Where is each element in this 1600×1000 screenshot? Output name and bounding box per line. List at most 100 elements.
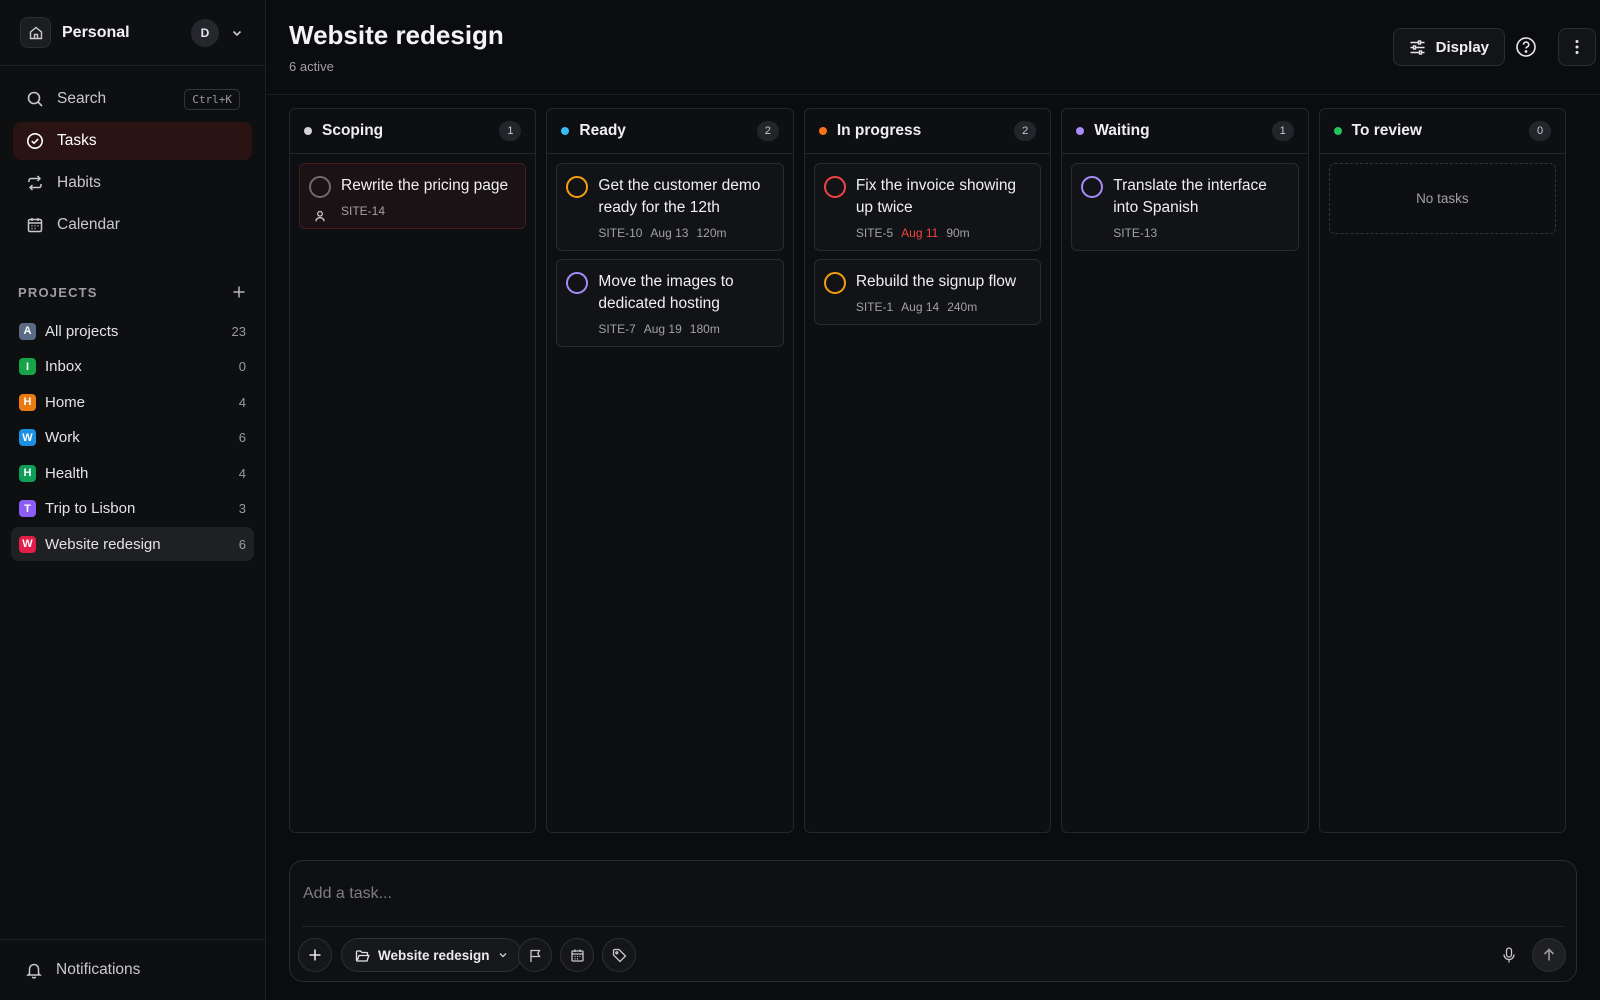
microphone-icon[interactable] <box>1500 946 1518 964</box>
project-count: 3 <box>238 501 246 516</box>
more-options-button[interactable] <box>1558 28 1596 66</box>
help-icon[interactable] <box>1514 35 1538 59</box>
project-item-work[interactable]: W Work 6 <box>11 421 254 455</box>
nav-search[interactable]: Search Ctrl+K <box>13 80 252 118</box>
project-item-health[interactable]: H Health 4 <box>11 456 254 490</box>
composer-divider <box>302 926 1564 927</box>
add-project-icon[interactable] <box>231 284 247 300</box>
project-selector[interactable]: Website redesign <box>341 938 522 972</box>
project-label: Trip to Lisbon <box>45 500 136 517</box>
task-meta: SITE-7 Aug 19 180m <box>598 322 770 336</box>
project-label: Home <box>45 393 86 411</box>
nav-calendar[interactable]: Calendar <box>13 206 252 244</box>
page-title: Website redesign <box>289 20 504 50</box>
chevron-down-icon <box>498 950 508 960</box>
workspace-header[interactable]: Personal D <box>0 0 265 66</box>
calendar-icon <box>570 949 584 962</box>
nav-search-label: Search <box>57 90 107 107</box>
column-header: Scoping 1 <box>290 109 536 154</box>
task-meta: SITE-14 <box>341 204 513 218</box>
home-icon <box>20 17 51 48</box>
repeat-icon <box>25 173 45 193</box>
nav-tasks[interactable]: Tasks <box>13 122 252 160</box>
project-count: 4 <box>238 394 246 410</box>
status-circle-icon[interactable] <box>566 272 589 294</box>
tag-button[interactable] <box>602 938 636 972</box>
notifications-button[interactable]: Notifications <box>0 939 265 1000</box>
display-button[interactable]: Display <box>1392 28 1505 66</box>
column-count: 1 <box>1271 121 1294 141</box>
column-body: Translate the interface into Spanish SIT… <box>1062 154 1307 268</box>
task-composer: Website redesign <box>289 860 1577 982</box>
due-date-button[interactable] <box>560 938 594 972</box>
empty-state: No tasks <box>1328 163 1557 234</box>
plus-icon <box>309 949 321 961</box>
status-circle-icon[interactable] <box>823 176 846 198</box>
person-icon[interactable] <box>313 209 327 223</box>
display-label: Display <box>1435 38 1489 56</box>
add-button[interactable] <box>298 938 332 972</box>
main-nav: Search Ctrl+K Tasks Habits Calendar <box>0 66 265 244</box>
main-area: Website redesign 6 active Display Scopin… <box>267 0 1600 1000</box>
project-label: Health <box>45 464 89 482</box>
project-count: 4 <box>238 465 246 481</box>
page-subtitle: 6 active <box>289 59 334 74</box>
column-waiting: Waiting 1 Translate the interface into S… <box>1061 108 1309 833</box>
task-meta: SITE-10 Aug 13 120m <box>598 226 770 240</box>
task-card[interactable]: Translate the interface into Spanish SIT… <box>1071 163 1299 251</box>
add-task-input[interactable] <box>303 879 1553 909</box>
status-circle-icon[interactable] <box>309 176 331 198</box>
project-item-home[interactable]: H Home 4 <box>11 385 254 419</box>
column-title: To review <box>1351 122 1422 139</box>
workspace-name: Personal <box>62 23 130 41</box>
status-circle-icon[interactable] <box>566 176 589 198</box>
column-body: Get the customer demo ready for the 12th… <box>547 154 792 364</box>
project-item-trip-to-lisbon[interactable]: T Trip to Lisbon 3 <box>11 492 254 526</box>
avatar[interactable]: D <box>191 18 219 47</box>
column-title: Ready <box>579 122 626 139</box>
column-body: Rewrite the pricing page SITE-14 <box>290 154 535 246</box>
project-count: 6 <box>238 536 246 552</box>
column-to-review: To review 0 No tasks <box>1318 108 1567 833</box>
priority-button[interactable] <box>518 938 552 972</box>
project-item-inbox[interactable]: I Inbox 0 <box>11 350 254 384</box>
column-scoping: Scoping 1 Rewrite the pricing page SITE-… <box>289 108 537 833</box>
column-count: 2 <box>756 121 779 141</box>
project-badge: I <box>19 358 36 375</box>
status-circle-icon[interactable] <box>1081 176 1104 198</box>
task-card[interactable]: Get the customer demo ready for the 12th… <box>556 163 784 251</box>
task-id: SITE-1 <box>855 300 894 314</box>
task-card[interactable]: Fix the invoice showing up twice SITE-5 … <box>813 163 1042 251</box>
column-body: Fix the invoice showing up twice SITE-5 … <box>805 154 1050 342</box>
project-list: A All projects 23 I Inbox 0 H Home 4 W W… <box>0 300 265 561</box>
project-label: Work <box>45 429 80 446</box>
status-dot <box>561 127 570 135</box>
column-header: Ready 2 <box>547 109 793 154</box>
task-card[interactable]: Rewrite the pricing page SITE-14 <box>299 163 527 229</box>
send-button[interactable] <box>1532 938 1566 972</box>
task-id: SITE-13 <box>1113 226 1158 240</box>
column-ready: Ready 2 Get the customer demo ready for … <box>546 108 794 833</box>
status-circle-icon[interactable] <box>823 272 846 294</box>
task-card[interactable]: Rebuild the signup flow SITE-1 Aug 14 24… <box>813 259 1042 325</box>
project-count: 23 <box>231 323 246 339</box>
project-badge: H <box>19 393 36 411</box>
project-item-all-projects[interactable]: A All projects 23 <box>11 314 254 348</box>
task-duration: 240m <box>947 300 978 314</box>
tag-icon <box>612 948 626 962</box>
task-meta: SITE-13 <box>1113 226 1285 240</box>
notifications-label: Notifications <box>56 961 141 978</box>
nav-habits[interactable]: Habits <box>13 164 252 202</box>
status-dot <box>1333 127 1342 135</box>
task-title: Rebuild the signup flow <box>855 273 1017 290</box>
task-duration: 90m <box>946 226 970 240</box>
project-item-website-redesign[interactable]: W Website redesign 6 <box>11 527 254 561</box>
task-card[interactable]: Move the images to dedicated hosting SIT… <box>556 259 784 347</box>
task-date: Aug 13 <box>650 226 689 240</box>
search-icon <box>25 89 45 109</box>
column-title: In progress <box>836 122 922 139</box>
column-in-progress: In progress 2 Fix the invoice showing up… <box>803 108 1052 833</box>
task-id: SITE-14 <box>341 204 386 218</box>
check-circle-icon <box>25 131 45 151</box>
chevron-down-icon[interactable] <box>229 25 245 41</box>
